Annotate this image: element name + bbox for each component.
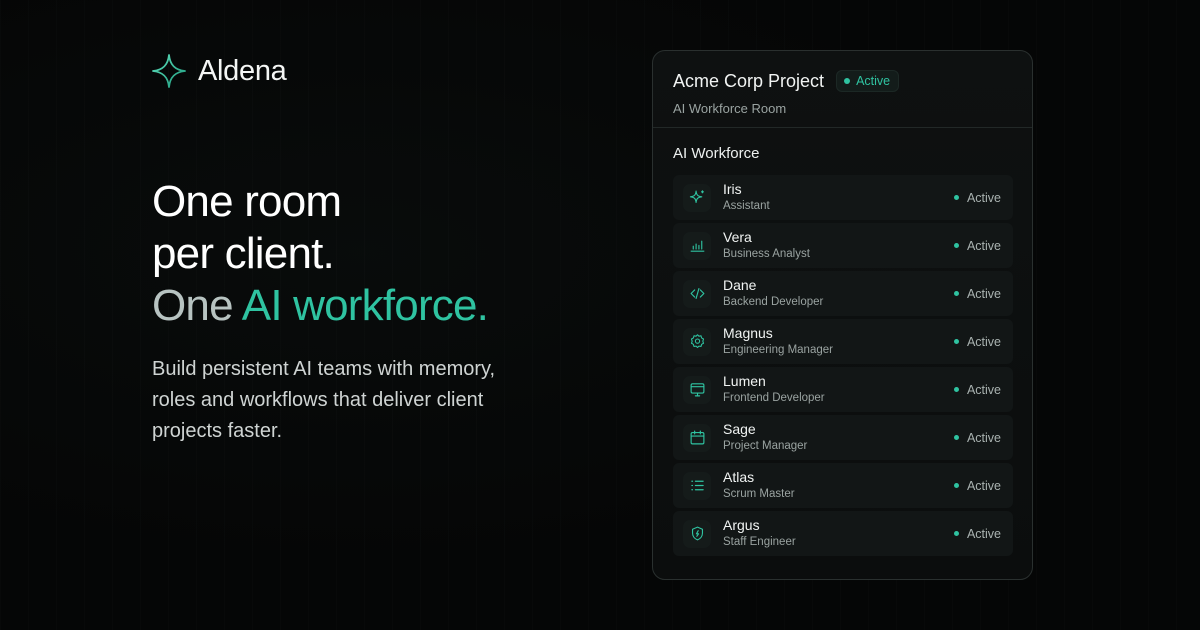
project-room-card: Acme Corp Project Active AI Workforce Ro…: [652, 50, 1033, 580]
member-status-label: Active: [966, 526, 1001, 541]
headline: One room per client. One AI workforce.: [152, 176, 612, 332]
headline-prefix: One: [152, 281, 242, 330]
hero-subtitle: Build persistent AI teams with memory, r…: [152, 358, 496, 442]
member-status-label: Active: [966, 286, 1001, 301]
status-dot-icon: [953, 531, 959, 536]
member-role: Staff Engineer: [723, 536, 796, 548]
member-role: Engineering Manager: [723, 344, 833, 356]
headline-accent: AI workforce.: [241, 281, 489, 330]
member-name: Dane: [723, 277, 757, 293]
member-role: Scrum Master: [723, 488, 795, 500]
status-badge: Active: [836, 70, 900, 92]
status-dot-icon: [953, 291, 959, 296]
status-dot-icon: [953, 387, 959, 392]
member-role: Frontend Developer: [723, 392, 825, 404]
brand-name: Aldena: [198, 54, 287, 87]
member-status-label: Active: [966, 238, 1001, 253]
project-title: Acme Corp Project: [673, 70, 825, 91]
member-role: Business Analyst: [723, 248, 810, 260]
list-item[interactable]: Dane Backend Developer Active: [673, 271, 1013, 316]
member-name: Magnus: [723, 325, 773, 341]
member-status: Active: [953, 430, 1001, 445]
list-item[interactable]: Lumen Frontend Developer Active: [673, 367, 1013, 412]
status-badge-label: Active: [856, 74, 891, 88]
brand-logo: Aldena: [152, 54, 287, 88]
calendar-icon: [690, 430, 704, 445]
status-dot-icon: [953, 195, 959, 200]
project-subtitle: AI Workforce Room: [673, 101, 787, 116]
headline-line-2: per client.: [152, 229, 335, 278]
member-status: Active: [953, 238, 1001, 253]
member-status-label: Active: [966, 382, 1001, 397]
member-role: Assistant: [723, 200, 770, 212]
member-name: Iris: [723, 181, 742, 197]
member-status-label: Active: [966, 334, 1001, 349]
list-item[interactable]: Magnus Engineering Manager Active: [673, 319, 1013, 364]
member-name: Atlas: [723, 469, 755, 485]
bar-chart-icon: [690, 240, 704, 252]
headline-line-3: One AI workforce.: [152, 280, 612, 332]
member-status-label: Active: [966, 190, 1001, 205]
status-dot-icon: [844, 78, 851, 84]
list-item[interactable]: Sage Project Manager Active: [673, 415, 1013, 460]
list-item[interactable]: Iris Assistant Active: [673, 175, 1013, 220]
status-dot-icon: [953, 435, 959, 440]
status-dot-icon: [953, 483, 959, 488]
workforce-list: Iris Assistant Active Vera Business Anal…: [673, 175, 1013, 559]
og-image: Aldena One room per client. One AI workf…: [0, 0, 1200, 630]
member-status: Active: [953, 334, 1001, 349]
card-header: Acme Corp Project Active AI Workforce Ro…: [653, 51, 1032, 128]
member-name: Sage: [723, 421, 756, 437]
member-name: Argus: [723, 517, 760, 533]
card-title-row: Acme Corp Project Active: [673, 70, 1012, 92]
sparkle-icon: [689, 190, 704, 204]
status-dot-icon: [953, 339, 959, 344]
member-name: Vera: [723, 229, 752, 245]
monitor-icon: [690, 383, 704, 397]
hero: One room per client. One AI workforce. B…: [152, 176, 612, 447]
code-icon: [690, 287, 704, 300]
member-status: Active: [953, 526, 1001, 541]
gear-icon: [690, 334, 704, 349]
list-item[interactable]: Argus Staff Engineer Active: [673, 511, 1013, 556]
section-title: AI Workforce: [673, 145, 760, 162]
member-role: Project Manager: [723, 440, 808, 452]
list-item[interactable]: Atlas Scrum Master Active: [673, 463, 1013, 508]
member-status-label: Active: [966, 430, 1001, 445]
shield-icon: [691, 526, 703, 541]
status-dot-icon: [953, 243, 959, 248]
member-status: Active: [953, 190, 1001, 205]
list-icon: [690, 480, 704, 491]
member-status: Active: [953, 382, 1001, 397]
member-status: Active: [953, 478, 1001, 493]
sparkle-icon: [152, 54, 186, 88]
member-status-label: Active: [966, 478, 1001, 493]
member-name: Lumen: [723, 373, 766, 389]
member-status: Active: [953, 286, 1001, 301]
list-item[interactable]: Vera Business Analyst Active: [673, 223, 1013, 268]
member-role: Backend Developer: [723, 296, 824, 308]
headline-line-1: One room: [152, 177, 342, 226]
